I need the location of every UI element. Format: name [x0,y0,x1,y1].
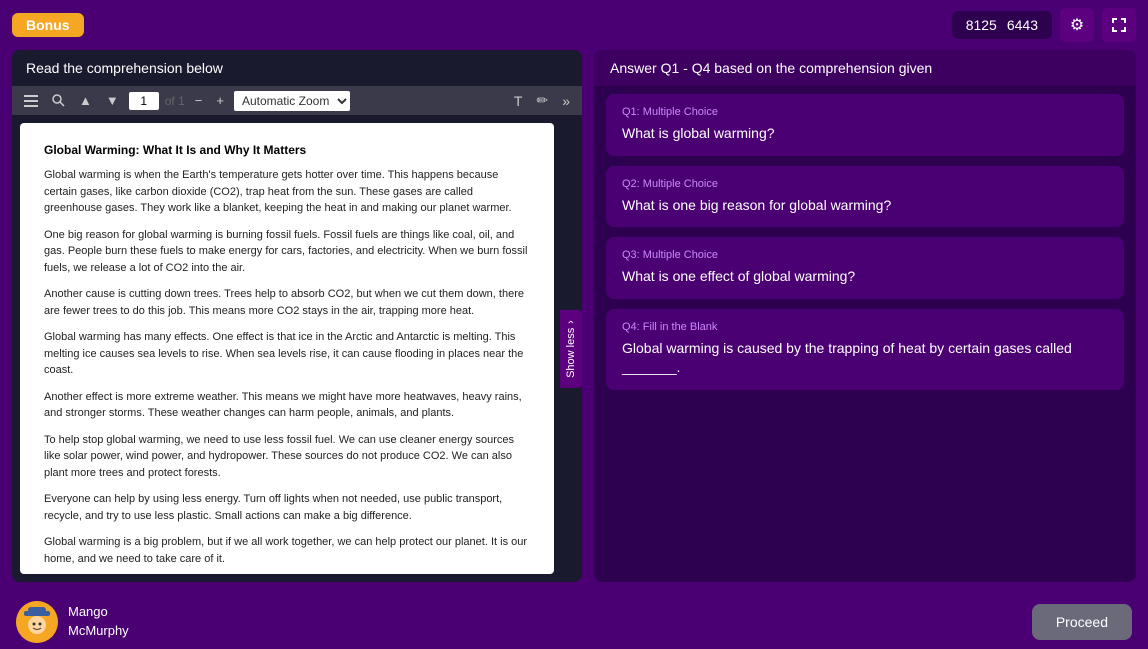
left-panel: Read the comprehension below ▲ ▼ of 1 − [12,50,582,582]
questions-list: Q1: Multiple Choice What is global warmi… [594,86,1136,582]
score-display: 8125 6443 [952,11,1052,39]
pdf-title: Global Warming: What It Is and Why It Ma… [44,143,530,157]
score-1: 8125 [966,17,997,33]
pdf-paragraph-5: Another effect is more extreme weather. … [44,389,530,422]
pdf-toolbar: ▲ ▼ of 1 − + Automatic Zoom T ✏ » [12,86,582,115]
sidebar-toggle-icon [24,95,38,107]
top-right-controls: 8125 6443 ⚙ [952,8,1136,42]
text-tool-button[interactable]: T [510,90,527,111]
more-options-button[interactable]: » [558,90,574,111]
pdf-paragraph-6: To help stop global warming, we need to … [44,432,530,482]
pdf-paragraph-1: Global warming is when the Earth's tempe… [44,167,530,217]
proceed-button[interactable]: Proceed [1032,604,1132,640]
avatar [16,601,58,643]
right-panel: Answer Q1 - Q4 based on the comprehensio… [594,50,1136,582]
question-text-2: What is one big reason for global warmin… [622,196,1108,216]
question-type-4: Q4: Fill in the Blank [622,321,1108,333]
pdf-paragraph-2: One big reason for global warming is bur… [44,227,530,277]
zoom-out-button[interactable]: − [191,91,207,110]
user-info: Mango McMurphy [16,601,129,643]
right-panel-header: Answer Q1 - Q4 based on the comprehensio… [594,50,1136,86]
pdf-paragraph-3: Another cause is cutting down trees. Tre… [44,286,530,319]
pdf-paragraph-8: Global warming is a big problem, but if … [44,534,530,567]
zoom-select[interactable]: Automatic Zoom [234,91,350,111]
next-page-button[interactable]: ▼ [102,91,123,110]
question-type-2: Q2: Multiple Choice [622,178,1108,190]
pdf-paragraph-7: Everyone can help by using less energy. … [44,491,530,524]
question-card-1[interactable]: Q1: Multiple Choice What is global warmi… [606,94,1124,156]
show-less-tab[interactable]: Show less › [560,310,582,388]
question-type-3: Q3: Multiple Choice [622,249,1108,261]
user-name-line2: McMurphy [68,622,129,640]
page-number-input[interactable] [129,92,159,110]
pdf-content-wrapper: Global Warming: What It Is and Why It Ma… [12,115,582,582]
prev-page-button[interactable]: ▲ [75,91,96,110]
left-panel-header: Read the comprehension below [12,50,582,86]
question-card-3[interactable]: Q3: Multiple Choice What is one effect o… [606,237,1124,299]
pdf-page: Global Warming: What It Is and Why It Ma… [20,123,554,574]
show-less-chevron: › [565,320,577,324]
score-2: 6443 [1007,17,1038,33]
search-pdf-button[interactable] [48,92,69,109]
question-text-3: What is one effect of global warming? [622,267,1108,287]
show-less-label: Show less [565,327,577,377]
zoom-in-button[interactable]: + [212,91,228,110]
question-text-1: What is global warming? [622,124,1108,144]
avatar-icon [16,601,58,643]
main-content: Read the comprehension below ▲ ▼ of 1 − [0,50,1148,594]
expand-icon [1112,18,1126,32]
page-of-label: of 1 [165,94,185,108]
pdf-paragraph-4: Global warming has many effects. One eff… [44,329,530,379]
draw-tool-button[interactable]: ✏ [532,90,552,111]
sidebar-toggle-button[interactable] [20,93,42,109]
search-icon [52,94,65,107]
expand-button[interactable] [1102,8,1136,42]
question-type-1: Q1: Multiple Choice [622,106,1108,118]
settings-button[interactable]: ⚙ [1060,8,1094,42]
user-name-line1: Mango [68,603,129,621]
question-card-4[interactable]: Q4: Fill in the Blank Global warming is … [606,309,1124,390]
question-card-2[interactable]: Q2: Multiple Choice What is one big reas… [606,166,1124,228]
pdf-toolbar-right: T ✏ » [510,90,574,111]
bonus-badge: Bonus [12,13,84,37]
top-bar: Bonus 8125 6443 ⚙ [0,0,1148,50]
user-name: Mango McMurphy [68,603,129,639]
question-text-4: Global warming is caused by the trapping… [622,339,1108,378]
bottom-bar: Mango McMurphy Proceed [0,594,1148,649]
